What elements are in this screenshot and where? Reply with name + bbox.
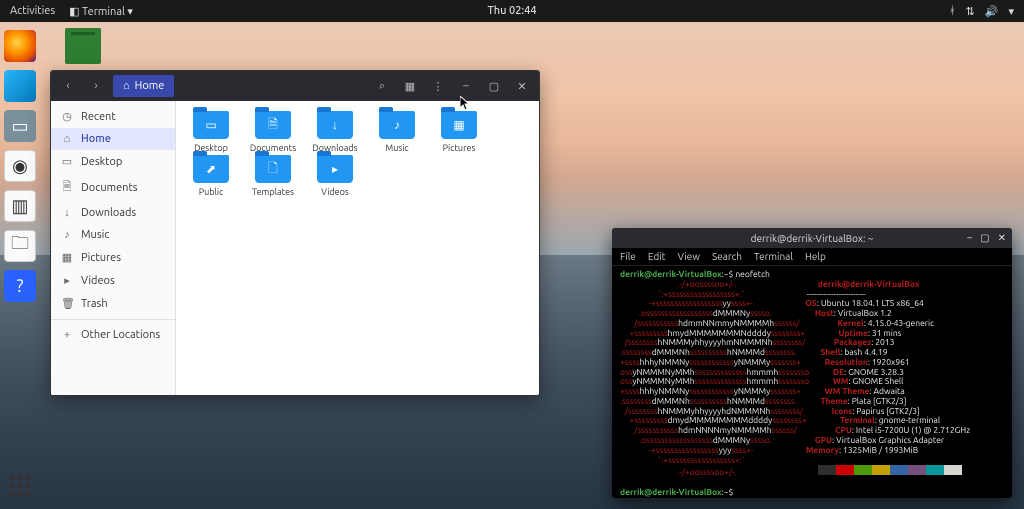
music-icon: ♪ <box>379 111 415 139</box>
top-panel: Activities ◧ Terminal ▾ Thu 02:44 ᚼ ⇅ 🔊 … <box>0 0 1024 22</box>
monitor-icon: ▭ <box>193 111 229 139</box>
files-window: ‹ › ⌂ Home ⌕ ▦ ⋮ – ▢ ✕ ◷Recent ⌂Home ▭De… <box>50 70 540 396</box>
menu-help[interactable]: Help <box>805 251 826 262</box>
sidebar-item-home[interactable]: ⌂Home <box>51 128 175 150</box>
trash-icon <box>65 28 101 64</box>
folder-videos[interactable]: ▸Videos <box>308 155 362 197</box>
terminal-output[interactable]: derrik@derrik-VirtualBox:~$ neofetch .-/… <box>612 266 1012 498</box>
menu-view[interactable]: View <box>678 251 700 262</box>
terminal-window: derrik@derrik-VirtualBox: ~ – ▢ ✕ File E… <box>612 228 1012 498</box>
folder-pictures[interactable]: ▦Pictures <box>432 111 486 153</box>
dock-thunderbird[interactable] <box>4 70 36 102</box>
public-icon: ⬈ <box>193 155 229 183</box>
search-button[interactable]: ⌕ <box>371 75 393 97</box>
terminal-close-button[interactable]: ✕ <box>998 232 1006 244</box>
clock-icon: ◷ <box>61 110 73 123</box>
template-icon: 🗋 <box>255 155 291 183</box>
sidebar-item-recent[interactable]: ◷Recent <box>51 105 175 128</box>
forward-button[interactable]: › <box>85 75 107 97</box>
sidebar-item-pictures[interactable]: ▦Pictures <box>51 246 175 269</box>
minimize-button[interactable]: – <box>455 75 477 97</box>
download-icon: ↓ <box>317 111 353 139</box>
maximize-button[interactable]: ▢ <box>483 75 505 97</box>
document-icon: 🗎 <box>255 111 291 139</box>
dock-files[interactable]: 🗀 <box>4 230 36 262</box>
pictures-icon: ▦ <box>61 251 73 264</box>
volume-icon[interactable]: 🔊 <box>985 5 999 18</box>
files-sidebar: ◷Recent ⌂Home ▭Desktop 🗎Documents ↓Downl… <box>51 101 176 395</box>
dock-firefox[interactable] <box>4 30 36 62</box>
sidebar-item-other-locations[interactable]: +Other Locations <box>51 324 175 346</box>
back-button[interactable]: ‹ <box>57 75 79 97</box>
music-icon: ♪ <box>61 229 73 241</box>
image-icon: ▦ <box>441 111 477 139</box>
folder-templates[interactable]: 🗋Templates <box>246 155 300 197</box>
terminal-title: derrik@derrik-VirtualBox: ~ <box>751 233 874 244</box>
bluetooth-icon[interactable]: ᚼ <box>949 5 956 17</box>
desktop-icon: ▭ <box>61 155 73 168</box>
terminal-titlebar[interactable]: derrik@derrik-VirtualBox: ~ – ▢ ✕ <box>612 228 1012 248</box>
view-toggle-button[interactable]: ▦ <box>399 75 421 97</box>
home-icon: ⌂ <box>123 80 130 92</box>
menu-edit[interactable]: Edit <box>648 251 666 262</box>
videos-icon: ▸ <box>61 274 73 287</box>
downloads-icon: ↓ <box>61 207 73 219</box>
terminal-maximize-button[interactable]: ▢ <box>980 232 989 244</box>
activities-button[interactable]: Activities <box>10 5 55 18</box>
folder-downloads[interactable]: ↓Downloads <box>308 111 362 153</box>
terminal-minimize-button[interactable]: – <box>967 232 972 244</box>
power-icon[interactable]: ▾ <box>1008 5 1014 18</box>
sidebar-item-videos[interactable]: ▸Videos <box>51 269 175 292</box>
sidebar-item-downloads[interactable]: ↓Downloads <box>51 202 175 224</box>
folder-public[interactable]: ⬈Public <box>184 155 238 197</box>
app-menu[interactable]: ◧ Terminal ▾ <box>69 5 133 18</box>
path-bar-home[interactable]: ⌂ Home <box>113 75 174 97</box>
plus-icon: + <box>61 329 73 341</box>
documents-icon: 🗎 <box>61 178 73 197</box>
cursor-icon <box>460 96 472 112</box>
files-icon-view[interactable]: ▭Desktop 🗎Documents ↓Downloads ♪Music ▦P… <box>176 101 539 395</box>
sidebar-item-music[interactable]: ♪Music <box>51 224 175 246</box>
dock: ▭ ◉ ▥ 🗀 ? <box>4 30 42 302</box>
clock[interactable]: Thu 02:44 <box>487 5 536 17</box>
folder-desktop[interactable]: ▭Desktop <box>184 111 238 153</box>
hamburger-button[interactable]: ⋮ <box>427 75 449 97</box>
trash-icon: 🗑 <box>61 297 73 310</box>
folder-music[interactable]: ♪Music <box>370 111 424 153</box>
dock-libreoffice[interactable]: ▥ <box>4 190 36 222</box>
dock-help[interactable]: ? <box>4 270 36 302</box>
sidebar-item-desktop[interactable]: ▭Desktop <box>51 150 175 173</box>
folder-documents[interactable]: 🗎Documents <box>246 111 300 153</box>
sidebar-item-trash[interactable]: 🗑Trash <box>51 292 175 315</box>
sidebar-item-documents[interactable]: 🗎Documents <box>51 173 175 202</box>
terminal-menubar: File Edit View Search Terminal Help <box>612 248 1012 266</box>
video-icon: ▸ <box>317 155 353 183</box>
dock-rhythmbox[interactable]: ◉ <box>4 150 36 182</box>
network-icon[interactable]: ⇅ <box>966 5 975 18</box>
close-button[interactable]: ✕ <box>511 75 533 97</box>
path-label: Home <box>135 80 165 92</box>
home-icon: ⌂ <box>61 133 73 145</box>
menu-terminal[interactable]: Terminal <box>754 251 793 262</box>
show-applications-button[interactable] <box>10 475 32 497</box>
menu-search[interactable]: Search <box>712 251 742 262</box>
menu-file[interactable]: File <box>620 251 636 262</box>
dock-software[interactable]: ▭ <box>4 110 36 142</box>
